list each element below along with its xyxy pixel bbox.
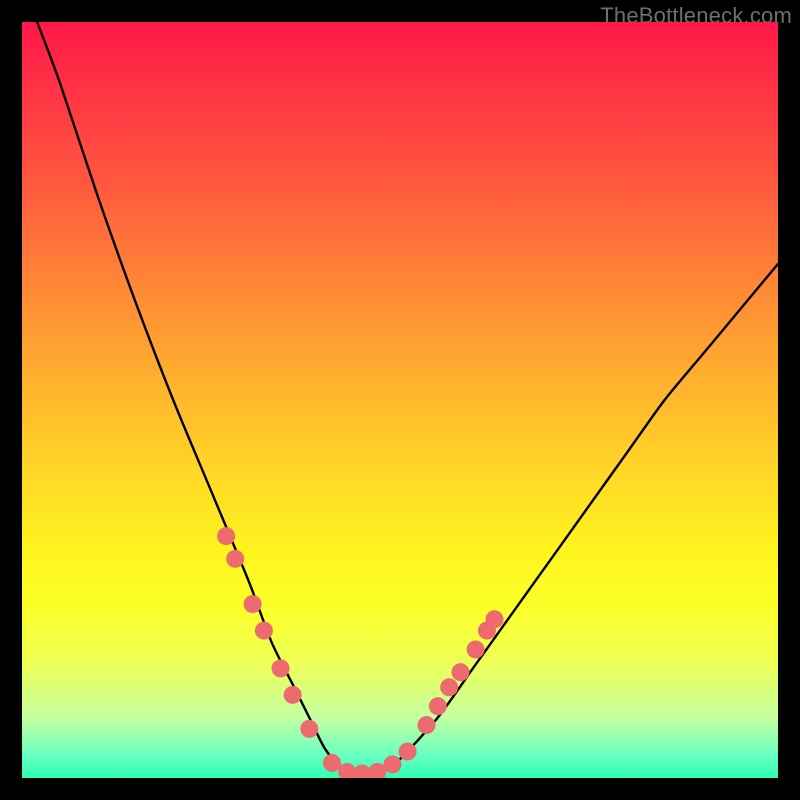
data-marker bbox=[383, 755, 401, 773]
data-marker bbox=[467, 640, 485, 658]
data-marker bbox=[486, 610, 504, 628]
data-marker bbox=[429, 697, 447, 715]
data-marker bbox=[255, 622, 273, 640]
data-marker bbox=[399, 743, 417, 761]
chart-svg bbox=[22, 22, 778, 778]
data-marker bbox=[451, 663, 469, 681]
data-marker bbox=[226, 550, 244, 568]
data-marker bbox=[284, 686, 302, 704]
data-marker bbox=[244, 595, 262, 613]
data-marker bbox=[323, 754, 341, 772]
data-marker bbox=[300, 720, 318, 738]
bottleneck-curve bbox=[37, 22, 778, 775]
data-marker bbox=[440, 678, 458, 696]
data-markers bbox=[217, 527, 503, 778]
data-marker bbox=[217, 527, 235, 545]
data-marker bbox=[272, 659, 290, 677]
data-marker bbox=[417, 716, 435, 734]
chart-container: TheBottleneck.com bbox=[0, 0, 800, 800]
plot-area bbox=[22, 22, 778, 778]
data-marker bbox=[338, 763, 356, 778]
